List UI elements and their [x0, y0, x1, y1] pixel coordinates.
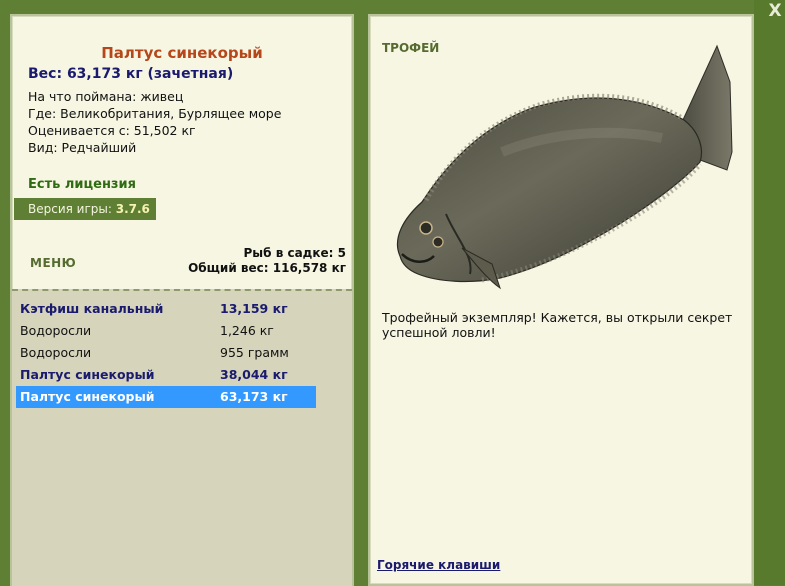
keepnet-count: Рыб в садке: 5 [243, 246, 347, 260]
list-item-name: Палтус синекорый [20, 367, 155, 382]
valuation-info: Оценивается с: 51,502 кг [28, 123, 196, 138]
keepnet-total-weight: Общий вес: 116,578 кг [188, 261, 346, 275]
list-item-name: Палтус синекорый [20, 389, 155, 404]
list-item-name: Водоросли [20, 345, 92, 360]
rarity-info: Вид: Редчайший [28, 140, 137, 155]
halibut-fish-image [396, 44, 733, 290]
bait-info: На что поймана: живец [28, 89, 184, 104]
keepnet-summary: Рыб в садке: 5 Общий вес: 116,578 кг [188, 246, 346, 276]
trophy-description: Трофейный экземпляр! Кажется, вы открыли… [382, 310, 733, 340]
list-item-name: Кэтфиш канальный [20, 301, 164, 316]
list-item-weight: 1,246 кг [220, 323, 274, 338]
fish-name-title: Палтус синекорый [101, 44, 263, 62]
close-button[interactable]: X [766, 1, 784, 21]
keepnet-list: Кэтфиш канальный 13,159 кг Водоросли 1,2… [12, 289, 352, 586]
menu-button[interactable]: МЕНЮ [30, 256, 76, 270]
location-info: Где: Великобритания, Бурлящее море [28, 106, 282, 121]
list-item[interactable]: Кэтфиш канальный 13,159 кг [16, 298, 316, 320]
version-label: Версия игры: [28, 202, 112, 216]
list-item-weight: 955 грамм [220, 345, 289, 360]
right-frame-strip [754, 0, 785, 585]
list-item-weight: 63,173 кг [220, 389, 288, 404]
list-item-name: Водоросли [20, 323, 92, 338]
fish-weight: Вес: 63,173 кг (зачетная) [28, 66, 234, 82]
license-status: Есть лицензия [28, 177, 136, 192]
catch-info-panel: Палтус синекорый Вес: 63,173 кг (зачетна… [10, 14, 354, 586]
game-version-bar: Версия игры: 3.7.6 [14, 198, 156, 220]
list-item-weight: 13,159 кг [220, 301, 288, 316]
list-item-selected[interactable]: Палтус синекорый 63,173 кг [16, 386, 316, 408]
version-value: 3.7.6 [115, 202, 150, 216]
list-item-weight: 38,044 кг [220, 367, 288, 382]
trophy-panel: ТРОФЕЙ Трофейный экземпляр! Кажется, вы … [368, 14, 754, 586]
list-item[interactable]: Водоросли 955 грамм [16, 342, 316, 364]
list-item[interactable]: Водоросли 1,246 кг [16, 320, 316, 342]
hotkeys-link[interactable]: Горячие клавиши [377, 558, 500, 572]
list-item[interactable]: Палтус синекорый 38,044 кг [16, 364, 316, 386]
